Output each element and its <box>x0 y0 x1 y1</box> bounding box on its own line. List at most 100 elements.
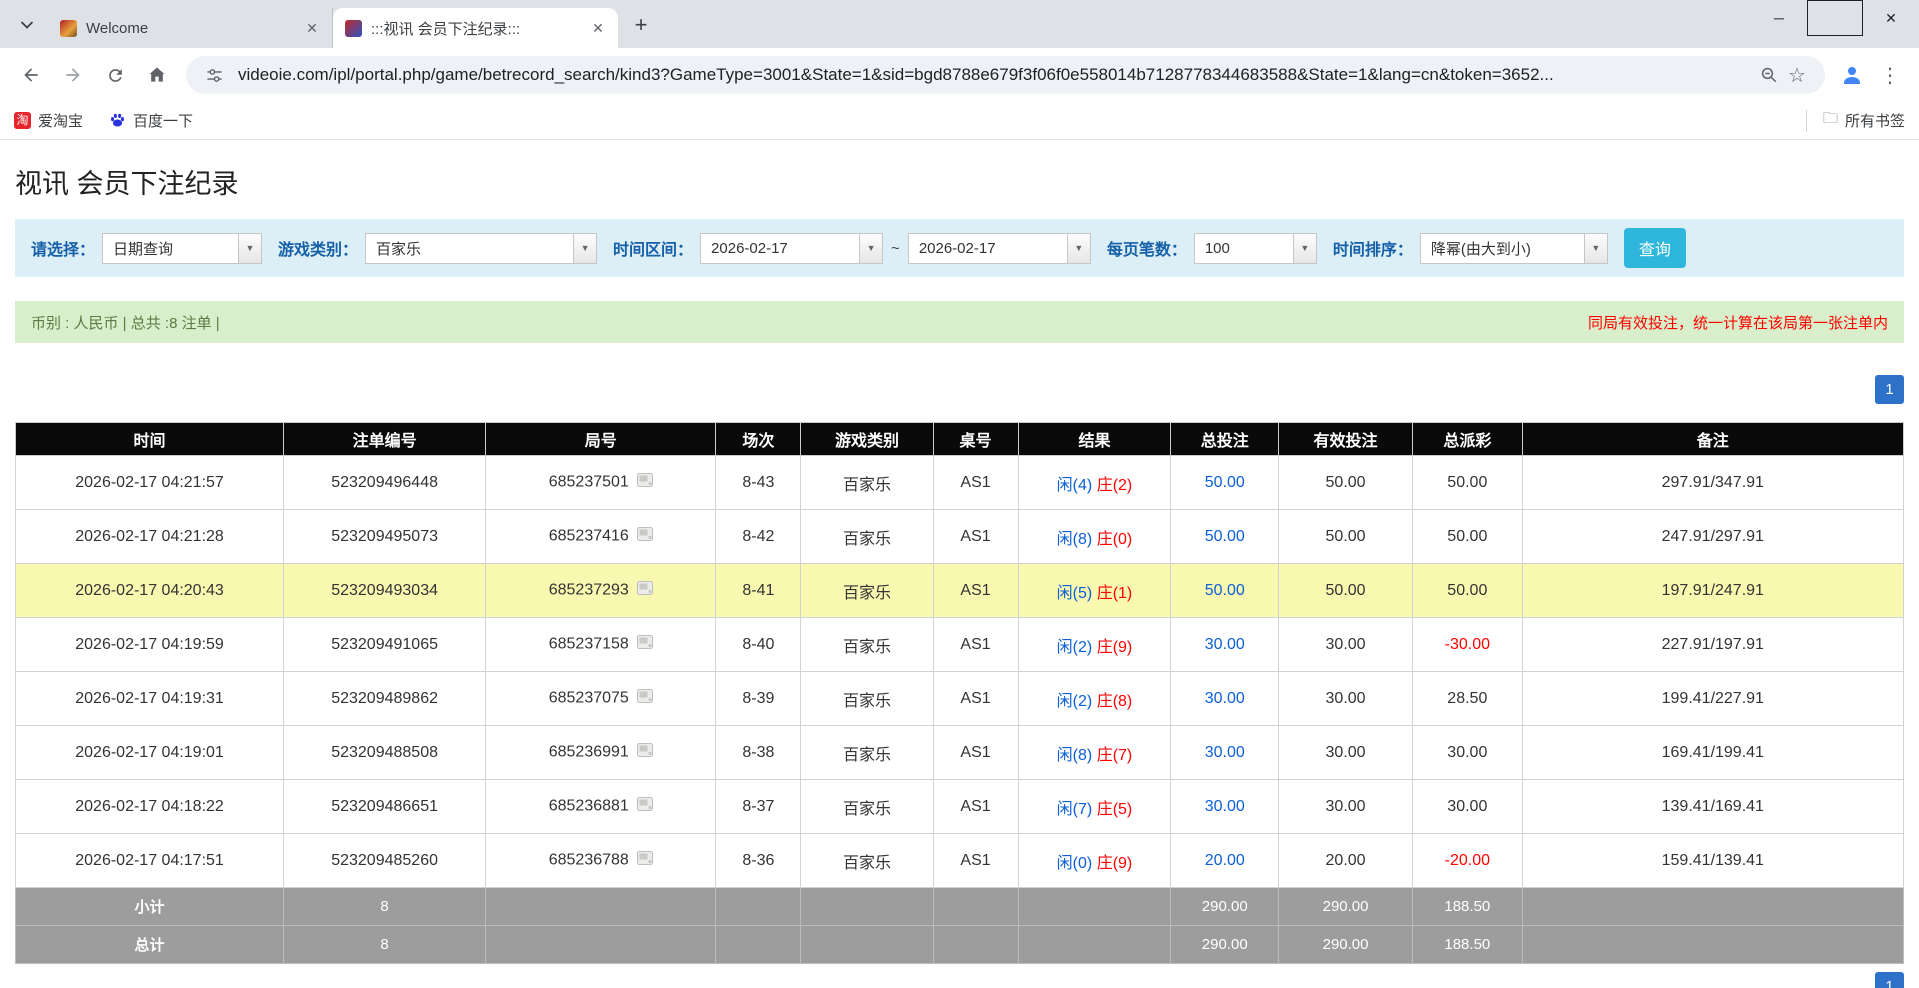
cell-remark: 247.91/297.91 <box>1522 510 1903 564</box>
table-row: 2026-02-17 04:18:22523209486651685236881… <box>16 780 1904 834</box>
table-row: 2026-02-17 04:17:51523209485260685236788… <box>16 834 1904 888</box>
table-row: 2026-02-17 04:19:31523209489862685237075… <box>16 672 1904 726</box>
cell-valid-bet: 30.00 <box>1279 672 1413 726</box>
page-button-1[interactable]: 1 <box>1875 972 1904 988</box>
tab-close-icon[interactable]: ✕ <box>588 18 608 38</box>
cell-total-bet[interactable]: 30.00 <box>1171 780 1279 834</box>
cell-total-bet[interactable]: 50.00 <box>1171 456 1279 510</box>
cell-table-no: AS1 <box>933 564 1018 618</box>
sum-empty <box>1018 926 1171 964</box>
cell-round-id: 685236881 <box>486 780 716 834</box>
tab-welcome[interactable]: Welcome ✕ <box>48 8 333 48</box>
forward-button[interactable] <box>54 56 92 94</box>
address-bar[interactable]: videoie.com/ipl/portal.php/game/betrecor… <box>186 56 1825 94</box>
window-controls: ─ ✕ <box>1751 0 1919 36</box>
cell-total-bet[interactable]: 30.00 <box>1171 672 1279 726</box>
replay-icon[interactable] <box>637 743 653 762</box>
column-header-2: 局号 <box>486 423 716 456</box>
all-bookmarks[interactable]: 🗀 所有书签 <box>1806 110 1905 132</box>
result-banker: 庄(9) <box>1097 639 1133 656</box>
tab-search-chevron-icon[interactable] <box>10 8 44 42</box>
back-button[interactable] <box>12 56 50 94</box>
tab-favicon <box>345 20 362 37</box>
round-number: 685236788 <box>549 852 629 869</box>
result-player: 闲(2) <box>1057 693 1093 710</box>
chevron-down-icon[interactable]: ▼ <box>859 234 882 263</box>
maximize-button[interactable] <box>1807 0 1863 36</box>
cell-remark: 227.91/197.91 <box>1522 618 1903 672</box>
query-type-select[interactable]: 日期查询 ▼ <box>102 233 262 264</box>
result-player: 闲(8) <box>1057 747 1093 764</box>
result-player: 闲(7) <box>1057 801 1093 818</box>
replay-icon[interactable] <box>637 851 653 870</box>
round-number: 685236881 <box>549 798 629 815</box>
sum-count: 8 <box>284 926 486 964</box>
home-button[interactable] <box>138 56 176 94</box>
cell-session: 8-41 <box>716 564 801 618</box>
replay-icon[interactable] <box>637 797 653 816</box>
cell-table-no: AS1 <box>933 726 1018 780</box>
new-tab-button[interactable]: + <box>626 10 656 40</box>
cell-remark: 197.91/247.91 <box>1522 564 1903 618</box>
sum-empty <box>716 926 801 964</box>
chevron-down-icon[interactable]: ▼ <box>1293 234 1316 263</box>
bookmark-baidu[interactable]: 百度一下 <box>109 110 193 131</box>
date-to-select[interactable]: 2026-02-17 ▼ <box>908 233 1091 264</box>
replay-icon[interactable] <box>637 473 653 492</box>
column-header-8: 有效投注 <box>1279 423 1413 456</box>
game-type-select[interactable]: 百家乐 ▼ <box>365 233 597 264</box>
cell-session: 8-37 <box>716 780 801 834</box>
cell-table-no: AS1 <box>933 618 1018 672</box>
sum-empty <box>933 926 1018 964</box>
cell-time: 2026-02-17 04:19:59 <box>16 618 284 672</box>
table-body: 2026-02-17 04:21:57523209496448685237501… <box>16 456 1904 964</box>
cell-payout: 30.00 <box>1413 780 1523 834</box>
cell-game-type: 百家乐 <box>801 780 933 834</box>
page-button-1[interactable]: 1 <box>1875 375 1904 404</box>
chevron-down-icon[interactable]: ▼ <box>573 234 596 263</box>
per-page-label: 每页笔数： <box>1107 236 1187 260</box>
close-window-button[interactable]: ✕ <box>1863 0 1919 36</box>
chevron-down-icon[interactable]: ▼ <box>238 234 261 263</box>
cell-result: 闲(2) 庄(8) <box>1018 672 1171 726</box>
url-text[interactable]: videoie.com/ipl/portal.php/game/betrecor… <box>238 65 1755 85</box>
site-settings-icon[interactable] <box>200 61 228 89</box>
cell-result: 闲(8) 庄(0) <box>1018 510 1171 564</box>
cell-result: 闲(0) 庄(9) <box>1018 834 1171 888</box>
cell-total-bet[interactable]: 30.00 <box>1171 618 1279 672</box>
cell-total-bet[interactable]: 50.00 <box>1171 564 1279 618</box>
browser-menu-icon[interactable]: ⋮ <box>1871 56 1909 94</box>
page-content: 视讯 会员下注纪录 请选择： 日期查询 ▼ 游戏类别： 百家乐 ▼ 时间区间： … <box>0 162 1919 964</box>
bookmark-star-icon[interactable]: ☆ <box>1783 61 1811 89</box>
cell-total-bet[interactable]: 20.00 <box>1171 834 1279 888</box>
tab-bet-records[interactable]: :::视讯 会员下注纪录::: ✕ <box>333 8 618 48</box>
replay-icon[interactable] <box>637 689 653 708</box>
subtotal-row: 小计8290.00290.00188.50 <box>16 888 1904 926</box>
cell-valid-bet: 20.00 <box>1279 834 1413 888</box>
cell-valid-bet: 50.00 <box>1279 564 1413 618</box>
chevron-down-icon[interactable]: ▼ <box>1584 234 1607 263</box>
zoom-icon[interactable] <box>1755 61 1783 89</box>
sort-order-select[interactable]: 降幂(由大到小) ▼ <box>1420 233 1608 264</box>
bookmark-aitaobao[interactable]: 淘 爱淘宝 <box>14 110 83 131</box>
date-from-select[interactable]: 2026-02-17 ▼ <box>700 233 883 264</box>
refresh-button[interactable] <box>96 56 134 94</box>
cell-total-bet[interactable]: 50.00 <box>1171 510 1279 564</box>
replay-icon[interactable] <box>637 635 653 654</box>
profile-avatar-icon[interactable] <box>1833 56 1871 94</box>
cell-payout: 50.00 <box>1413 510 1523 564</box>
date-from-value: 2026-02-17 <box>701 234 859 263</box>
cell-total-bet[interactable]: 30.00 <box>1171 726 1279 780</box>
result-banker: 庄(7) <box>1097 747 1133 764</box>
bookmarks-bar: 淘 爱淘宝 百度一下 🗀 所有书签 <box>0 102 1919 140</box>
cell-round-id: 685237075 <box>486 672 716 726</box>
replay-icon[interactable] <box>637 581 653 600</box>
replay-icon[interactable] <box>637 527 653 546</box>
tab-close-icon[interactable]: ✕ <box>302 18 322 38</box>
minimize-button[interactable]: ─ <box>1751 0 1807 36</box>
sum-empty <box>801 926 933 964</box>
chevron-down-icon[interactable]: ▼ <box>1067 234 1090 263</box>
search-button[interactable]: 查询 <box>1624 228 1686 268</box>
summary-info-bar: 币别 : 人民币 | 总共 :8 注单 | 同局有效投注，统一计算在该局第一张注… <box>15 301 1904 343</box>
per-page-select[interactable]: 100 ▼ <box>1194 233 1317 264</box>
